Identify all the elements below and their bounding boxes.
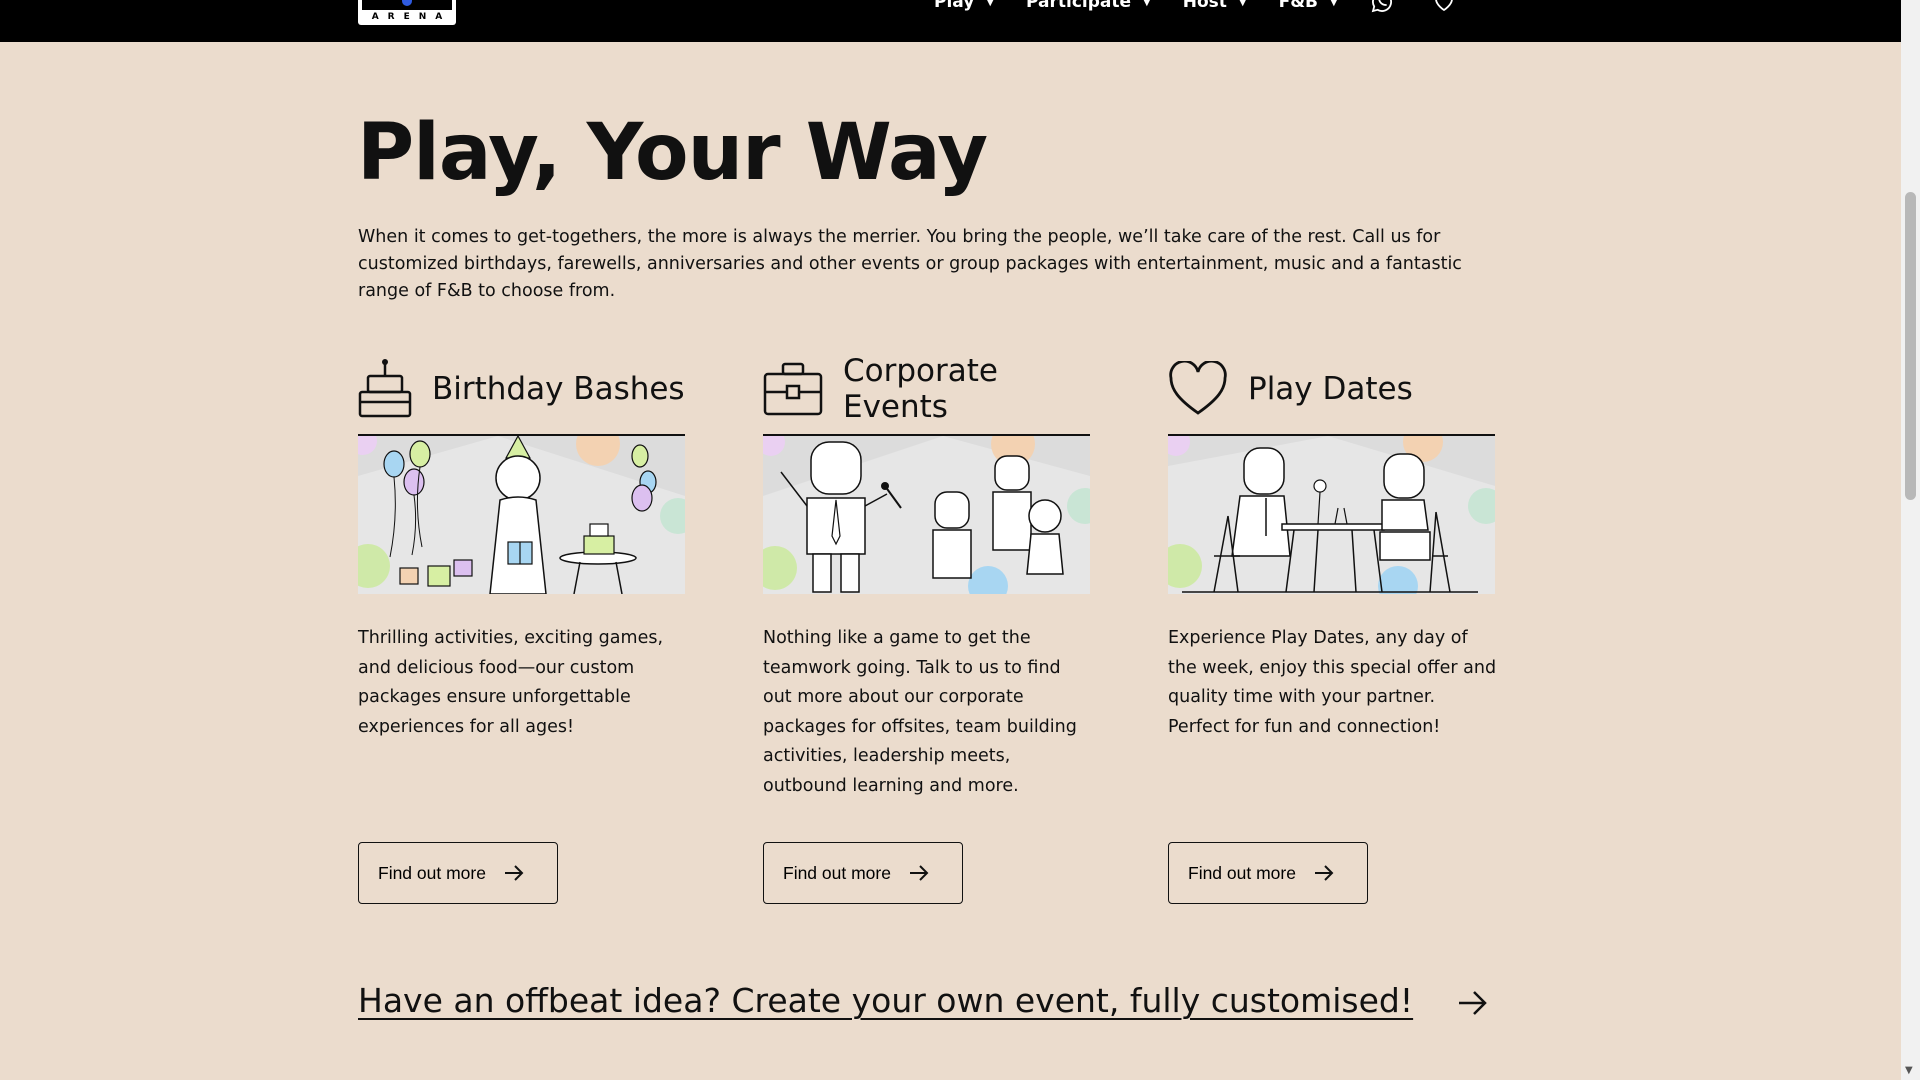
birthday-illustration — [358, 434, 685, 594]
arrow-right-icon — [1314, 865, 1334, 881]
heart-icon[interactable] — [1432, 0, 1456, 14]
card-header: Play Dates — [1168, 356, 1498, 422]
play-dates-illustration — [1168, 434, 1495, 594]
arrow-right-icon — [909, 865, 929, 881]
arrow-right-icon — [504, 865, 524, 881]
nav-item-play[interactable]: Play ▼ — [934, 0, 994, 12]
card-description: Thrilling activities, exciting games, an… — [358, 628, 664, 737]
custom-event-link[interactable]: Have an offbeat idea? Create your own ev… — [358, 981, 1413, 1020]
page-scrollbar[interactable]: ▼ — [1901, 0, 1920, 1080]
nav-item-fnb[interactable]: F&B ▼ — [1279, 0, 1338, 12]
chevron-down-icon: ▼ — [986, 0, 995, 8]
button-label: Find out more — [378, 862, 486, 883]
card-birthday-bashes: Birthday Bashes Thrilling activities, ex… — [358, 356, 688, 904]
briefcase-icon — [763, 362, 823, 416]
card-title: Birthday Bashes — [432, 371, 685, 407]
button-label: Find out more — [783, 862, 891, 883]
find-out-more-button[interactable]: Find out more — [763, 842, 963, 904]
card-title: Corporate Events — [843, 353, 998, 425]
find-out-more-button[interactable]: Find out more — [358, 842, 558, 904]
card-description: Nothing like a game to get the teamwork … — [763, 628, 1077, 796]
nav-label: Host — [1182, 0, 1227, 12]
nav-item-participate[interactable]: Participate ▼ — [1026, 0, 1151, 12]
corporate-illustration — [763, 434, 1090, 594]
chevron-down-icon: ▼ — [1238, 0, 1247, 8]
chevron-down-icon: ▼ — [1330, 0, 1338, 8]
heart-icon — [1169, 361, 1227, 415]
nav-label: Participate — [1026, 0, 1132, 12]
chevron-down-icon: ▼ — [1143, 0, 1151, 8]
card-description: Experience Play Dates, any day of the we… — [1168, 628, 1497, 737]
card-header: Birthday Bashes — [358, 356, 688, 422]
main-nav: Play ▼ Participate ▼ Host ▼ F&B ▼ — [934, 0, 1494, 14]
site-logo[interactable]: ARENA — [358, 0, 456, 25]
card-play-dates: Play Dates Experience Play Dates, any da… — [1168, 356, 1498, 904]
whatsapp-icon[interactable] — [1370, 0, 1394, 14]
scrollbar-thumb[interactable] — [1905, 192, 1916, 500]
logo-text: ARENA — [371, 12, 452, 22]
card-title: Play Dates — [1248, 371, 1413, 407]
button-label: Find out more — [1188, 862, 1296, 883]
top-navbar: ARENA Play ▼ Participate ▼ Host ▼ F&B ▼ — [0, 0, 1901, 42]
page-title: Play, Your Way — [357, 108, 988, 198]
card-header: Corporate Events — [763, 353, 1093, 425]
scroll-down-icon[interactable]: ▼ — [1905, 1065, 1913, 1076]
intro-text: When it comes to get-togethers, the more… — [358, 227, 1462, 301]
cake-icon — [358, 359, 412, 418]
nav-label: Play — [934, 0, 975, 12]
arrow-right-icon[interactable] — [1458, 990, 1488, 1016]
nav-item-host[interactable]: Host ▼ — [1183, 0, 1247, 12]
card-corporate-events: Corporate Events Nothing like a game to … — [763, 353, 1093, 904]
nav-label: F&B — [1278, 0, 1319, 12]
find-out-more-button[interactable]: Find out more — [1168, 842, 1368, 904]
